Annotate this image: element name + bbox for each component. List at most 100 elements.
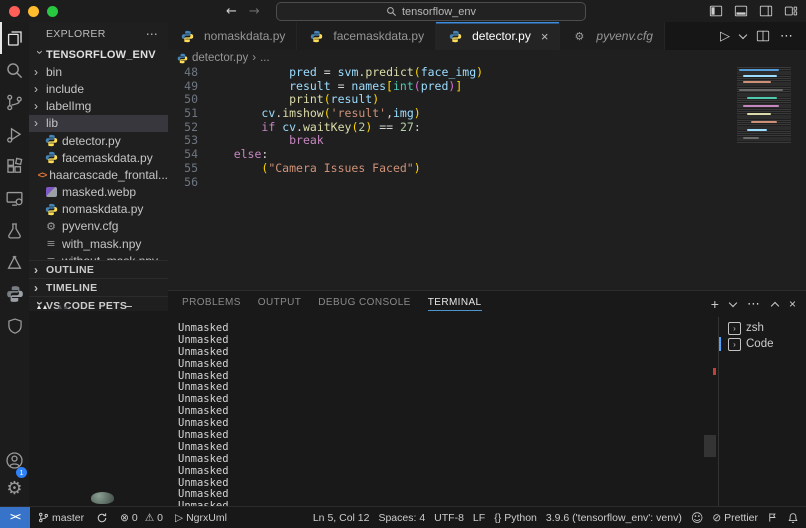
editor-tab-pyvenv-cfg[interactable]: ⚙pyvenv.cfg [560, 22, 664, 50]
vscode-window: ← → tensorflow_env 1 ⚙ [0, 0, 806, 528]
code-editor[interactable]: 48 pred = svm.predict(face_img)49 result… [168, 66, 806, 290]
terminal-output[interactable]: UnmaskedUnmaskedUnmaskedUnmaskedUnmasked… [178, 323, 698, 507]
run-dropdown-icon[interactable] [739, 30, 747, 38]
toggle-panel-icon[interactable] [734, 4, 748, 18]
explorer-more-icon[interactable]: ⋯ [146, 27, 158, 41]
accounts-badge: 1 [16, 467, 27, 478]
bell-icon[interactable] [787, 512, 799, 524]
editor-tab-facemaskdata-py[interactable]: facemaskdata.py [297, 22, 436, 50]
python-interpreter-status[interactable]: 3.9.6 ('tensorflow_env': venv) [546, 512, 682, 524]
command-center-search[interactable]: tensorflow_env [276, 2, 586, 21]
code-line-48[interactable]: 48 pred = svm.predict(face_img) [168, 66, 806, 80]
activity-testing[interactable] [0, 214, 29, 246]
explorer-item-include[interactable]: ›include [29, 80, 168, 97]
activity-python[interactable] [0, 278, 29, 310]
code-line-56[interactable]: 56 [168, 176, 806, 190]
new-terminal-icon[interactable]: + [711, 296, 719, 312]
breadcrumb-file[interactable]: detector.py [192, 52, 248, 64]
sidebar-section-outline[interactable]: ›OUTLINE [29, 260, 168, 278]
cursor-position-status[interactable]: Ln 5, Col 12 [313, 512, 370, 524]
sidebar-section-timeline[interactable]: ›TIMELINE [29, 278, 168, 296]
explorer-item-masked-webp[interactable]: masked.webp [29, 184, 168, 201]
settings-button[interactable]: ⚙ [0, 475, 29, 503]
explorer-item-pyvenv-cfg[interactable]: ⚙pyvenv.cfg [29, 218, 168, 235]
explorer-item-without-mask-npy[interactable]: ≡without_mask.npy [29, 252, 168, 260]
activity-search[interactable] [0, 54, 29, 86]
explorer-item-with-mask-npy[interactable]: ≡with_mask.npy [29, 235, 168, 252]
beaker-icon [5, 221, 24, 240]
eol-status[interactable]: LF [473, 512, 485, 524]
explorer-item-nomaskdata-py[interactable]: nomaskdata.py [29, 201, 168, 218]
run-python-file-icon[interactable]: ▷ [720, 29, 730, 44]
encoding-status[interactable]: UTF-8 [434, 512, 464, 524]
problems-status[interactable]: ⊗0 ⚠0 [120, 512, 163, 524]
navigate-back-icon[interactable]: ← [226, 4, 237, 19]
activity-explorer[interactable] [0, 22, 29, 54]
explorer-item-bin[interactable]: ›bin [29, 63, 168, 80]
close-panel-icon[interactable]: × [789, 297, 796, 311]
toggle-secondary-sidebar-icon[interactable] [759, 4, 773, 18]
explorer-item-labelimg[interactable]: ›labelImg [29, 98, 168, 115]
tab-label: pyvenv.cfg [596, 29, 652, 43]
code-line-52[interactable]: 52 if cv.waitKey(2) == 27: [168, 121, 806, 135]
breadcrumb-more[interactable]: ... [260, 52, 270, 64]
explorer-item-haarcascade-frontal-[interactable]: <>haarcascade_frontal... [29, 166, 168, 183]
split-editor-icon[interactable] [756, 29, 770, 43]
editor-tab-detector-py[interactable]: detector.py× [436, 22, 560, 50]
remote-indicator[interactable]: >< [0, 507, 30, 528]
code-line-49[interactable]: 49 result = names[int(pred)] [168, 80, 806, 94]
code-line-54[interactable]: 54 else: [168, 148, 806, 162]
zoom-window-button[interactable] [47, 6, 58, 17]
activity-extensions[interactable] [0, 150, 29, 182]
git-branch-status[interactable]: master [38, 512, 84, 524]
search-icon [386, 6, 397, 17]
customize-layout-icon[interactable] [784, 4, 798, 18]
explorer-item-tensorflow-env[interactable]: ›TENSORFLOW_ENV [29, 46, 168, 63]
code-line-53[interactable]: 53 break [168, 134, 806, 148]
tab-label: facemaskdata.py [333, 29, 424, 43]
minimap[interactable] [737, 67, 791, 143]
activity-security[interactable] [0, 310, 29, 342]
flag-icon[interactable] [767, 512, 778, 523]
breadcrumb[interactable]: detector.py › ... [168, 50, 806, 66]
maximize-panel-icon[interactable] [771, 301, 779, 309]
activity-remote-explorer[interactable] [0, 182, 29, 214]
terminal-scrollbar[interactable] [704, 435, 716, 457]
accounts-button[interactable]: 1 [0, 445, 29, 475]
code-line-50[interactable]: 50 print(result) [168, 93, 806, 107]
activity-source-control[interactable] [0, 86, 29, 118]
panel-tab-terminal[interactable]: TERMINAL [428, 297, 482, 311]
activity-lab[interactable] [0, 246, 29, 278]
code-line-55[interactable]: 55 ("Camera Issues Faced") [168, 162, 806, 176]
editor-more-actions-icon[interactable]: ⋯ [780, 29, 794, 44]
terminal-line: Unmasked [178, 394, 698, 406]
panel-tab-debug-console[interactable]: DEBUG CONSOLE [318, 297, 410, 311]
toggle-primary-sidebar-icon[interactable] [709, 4, 723, 18]
indentation-status[interactable]: Spaces: 4 [378, 512, 425, 524]
close-window-button[interactable] [9, 6, 20, 17]
editor-tab-nomaskdata-py[interactable]: nomaskdata.py [168, 22, 297, 50]
sync-icon[interactable] [96, 512, 108, 524]
close-tab-icon[interactable]: × [541, 29, 549, 44]
feedback-smiley-icon[interactable]: ☺ [691, 511, 704, 525]
panel-more-actions-icon[interactable]: ⋯ [747, 297, 761, 312]
terminal-instance-code[interactable]: ›Code [719, 336, 806, 352]
code-line-51[interactable]: 51 cv.imshow('result',img) [168, 107, 806, 121]
line-text: cv.imshow('result',img) [206, 107, 421, 121]
activity-run-debug[interactable] [0, 118, 29, 150]
explorer-item-detector-py[interactable]: detector.py [29, 132, 168, 149]
terminal-profile-dropdown-icon[interactable] [729, 298, 737, 306]
task-status[interactable]: ▷ NgrxUml [175, 512, 227, 524]
minimize-window-button[interactable] [28, 6, 39, 17]
explorer-item-lib[interactable]: ›lib [29, 115, 168, 132]
pet-rock[interactable] [91, 492, 114, 504]
item-label: detector.py [62, 134, 121, 148]
explorer-item-facemaskdata-py[interactable]: facemaskdata.py [29, 149, 168, 166]
prettier-status[interactable]: ⊘ Prettier [712, 512, 758, 524]
panel-tab-problems[interactable]: PROBLEMS [182, 297, 241, 311]
language-mode-status[interactable]: {} Python [494, 512, 537, 524]
terminal-instance-zsh[interactable]: ›zsh [719, 320, 806, 336]
navigate-forward-icon[interactable]: → [249, 4, 260, 19]
panel-tab-output[interactable]: OUTPUT [258, 297, 302, 311]
terminal-label: Code [746, 338, 774, 350]
